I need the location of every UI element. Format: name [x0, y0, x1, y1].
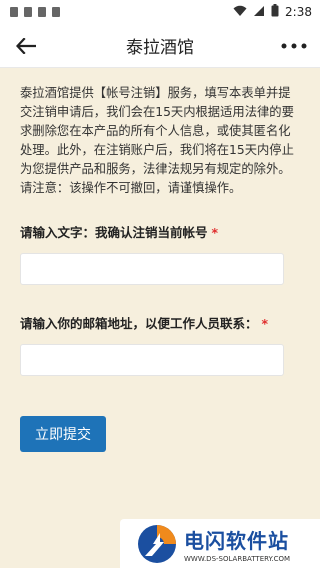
status-time: 2:38	[285, 5, 312, 19]
email-label: 请输入你的邮箱地址，以便工作人员联系： *	[20, 313, 300, 332]
notice-line: 求删除您在本产品的所有个人信息，或使其匿名化	[20, 124, 291, 138]
watermark-name: 电闪软件站	[184, 528, 289, 553]
notice-text: 泰拉酒馆提供【帐号注销】服务，填写本表单并提 交注销申请后，我们会在15天内根据…	[20, 84, 300, 198]
confirm-text-label: 请输入文字：我确认注销当前帐号 *	[20, 222, 300, 241]
wifi-icon	[233, 5, 247, 20]
battery-icon	[271, 4, 279, 20]
more-horizontal-icon	[281, 43, 307, 48]
nav-bar: 泰拉酒馆	[0, 24, 320, 68]
notice-line: 交注销申请后，我们会在15天内根据适用法律的要	[20, 105, 294, 119]
notification-icon	[38, 7, 46, 17]
notice-line: 处理。此外，在注销账户后，我们将在15天内停止	[20, 143, 294, 157]
watermark: 电闪软件站 WWW.DS-SOLARBATTERY.COM	[120, 519, 320, 568]
lightning-logo-icon	[138, 524, 176, 563]
submit-button[interactable]: 立即提交	[20, 416, 106, 452]
back-button[interactable]	[12, 32, 40, 60]
email-field[interactable]	[20, 344, 284, 376]
notice-line: 为您提供产品和服务，法律法规另有规定的除外。	[20, 162, 291, 176]
confirm-text-label-text: 请输入文字：我确认注销当前帐号	[20, 225, 208, 240]
notification-icon	[10, 7, 18, 17]
page-title: 泰拉酒馆	[126, 38, 194, 58]
signal-icon	[253, 5, 265, 20]
main-content: 泰拉酒馆提供【帐号注销】服务，填写本表单并提 交注销申请后，我们会在15天内根据…	[0, 68, 320, 452]
status-bar: 2:38	[0, 0, 320, 24]
email-label-text: 请输入你的邮箱地址，以便工作人员联系：	[20, 316, 258, 331]
watermark-url: WWW.DS-SOLARBATTERY.COM	[184, 554, 291, 563]
confirm-text-input[interactable]	[20, 253, 284, 285]
more-button[interactable]	[280, 32, 308, 60]
notification-icons	[10, 7, 60, 17]
required-mark: *	[211, 225, 219, 240]
arrow-left-icon	[16, 37, 36, 54]
notice-line: 请注意：该操作不可撤回，请谨慎操作。	[20, 181, 242, 195]
notice-line: 泰拉酒馆提供【帐号注销】服务，填写本表单并提	[20, 86, 291, 100]
required-mark: *	[261, 316, 269, 331]
notification-icon	[24, 7, 32, 17]
notification-icon	[52, 7, 60, 17]
